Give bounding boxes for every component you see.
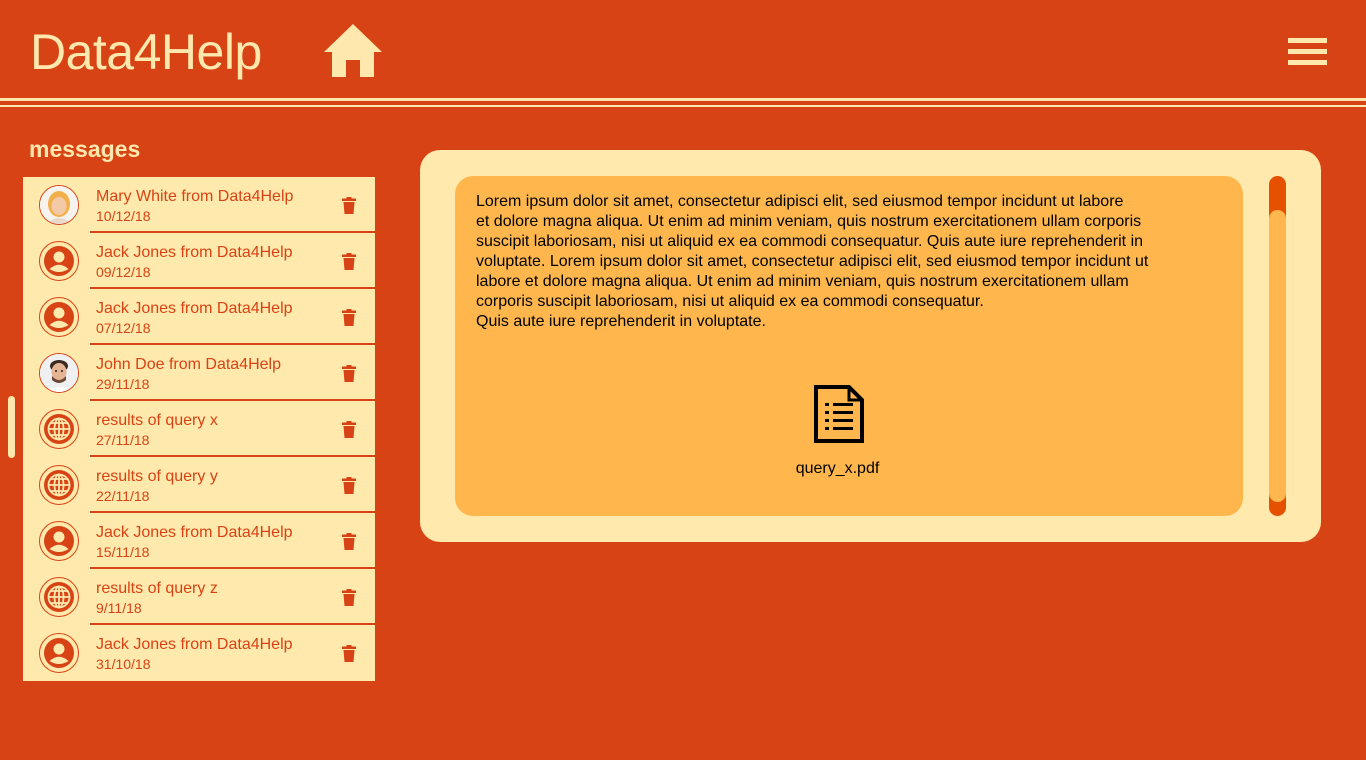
messages-heading: messages <box>29 136 141 162</box>
message-detail-card: Lorem ipsum dolor sit amet, consectetur … <box>420 150 1321 542</box>
message-item[interactable]: Jack Jones from Data4Help 09/12/18 <box>23 233 375 289</box>
message-sender: Jack Jones from Data4Help <box>96 244 293 261</box>
message-item[interactable]: Jack Jones from Data4Help 31/10/18 <box>23 625 375 681</box>
attachment-filename[interactable]: query_x.pdf <box>755 460 920 478</box>
message-date: 10/12/18 <box>96 208 151 224</box>
scrollbar-thumb[interactable] <box>1269 210 1286 502</box>
message-sender: John Doe from Data4Help <box>96 356 281 373</box>
app-title: Data4Help <box>30 24 262 80</box>
message-body: Lorem ipsum dolor sit amet, consectetur … <box>476 193 1149 330</box>
message-sender: Jack Jones from Data4Help <box>96 636 293 653</box>
message-date: 29/11/18 <box>96 376 150 392</box>
message-sender: Jack Jones from Data4Help <box>96 524 293 541</box>
user-icon <box>39 633 79 673</box>
trash-icon[interactable] <box>342 309 356 326</box>
message-sender: results of query z <box>96 580 218 597</box>
user-icon <box>39 241 79 281</box>
message-item[interactable]: John Doe from Data4Help 29/11/18 <box>23 345 375 401</box>
avatar-photo <box>39 353 79 393</box>
avatar-photo <box>39 185 79 225</box>
globe-icon <box>39 465 79 505</box>
hamburger-menu-icon[interactable] <box>1288 38 1328 66</box>
message-item[interactable]: results of query x 27/11/18 <box>23 401 375 457</box>
message-item[interactable]: Jack Jones from Data4Help 07/12/18 <box>23 289 375 345</box>
globe-icon <box>39 409 79 449</box>
message-sender: results of query x <box>96 412 218 429</box>
message-item[interactable]: results of query y 22/11/18 <box>23 457 375 513</box>
home-icon[interactable] <box>322 22 384 78</box>
document-icon[interactable] <box>813 384 865 444</box>
message-sender: results of query y <box>96 468 218 485</box>
message-date: 31/10/18 <box>96 656 151 672</box>
sidebar-scroll-handle[interactable] <box>8 396 15 458</box>
user-icon <box>39 297 79 337</box>
message-date: 07/12/18 <box>96 320 151 336</box>
message-date: 9/11/18 <box>96 600 142 616</box>
user-icon <box>39 521 79 561</box>
message-item[interactable]: Mary White from Data4Help 10/12/18 <box>23 177 375 233</box>
trash-icon[interactable] <box>342 253 356 270</box>
trash-icon[interactable] <box>342 589 356 606</box>
message-date: 22/11/18 <box>96 488 150 504</box>
app-header: Data4Help <box>0 0 1366 98</box>
trash-icon[interactable] <box>342 421 356 438</box>
trash-icon[interactable] <box>342 365 356 382</box>
header-divider <box>0 98 1366 101</box>
message-item[interactable]: results of query z 9/11/18 <box>23 569 375 625</box>
trash-icon[interactable] <box>342 645 356 662</box>
message-content: Lorem ipsum dolor sit amet, consectetur … <box>455 176 1243 516</box>
message-sender: Jack Jones from Data4Help <box>96 300 293 317</box>
trash-icon[interactable] <box>342 533 356 550</box>
header-divider-secondary <box>0 105 1366 107</box>
trash-icon[interactable] <box>342 197 356 214</box>
message-scrollbar[interactable] <box>1269 176 1286 516</box>
message-item[interactable]: Jack Jones from Data4Help 15/11/18 <box>23 513 375 569</box>
message-sender: Mary White from Data4Help <box>96 188 294 205</box>
message-date: 15/11/18 <box>96 544 150 560</box>
trash-icon[interactable] <box>342 477 356 494</box>
message-date: 09/12/18 <box>96 264 151 280</box>
globe-icon <box>39 577 79 617</box>
message-list: Mary White from Data4Help 10/12/18 Jack … <box>23 177 375 681</box>
message-date: 27/11/18 <box>96 432 150 448</box>
